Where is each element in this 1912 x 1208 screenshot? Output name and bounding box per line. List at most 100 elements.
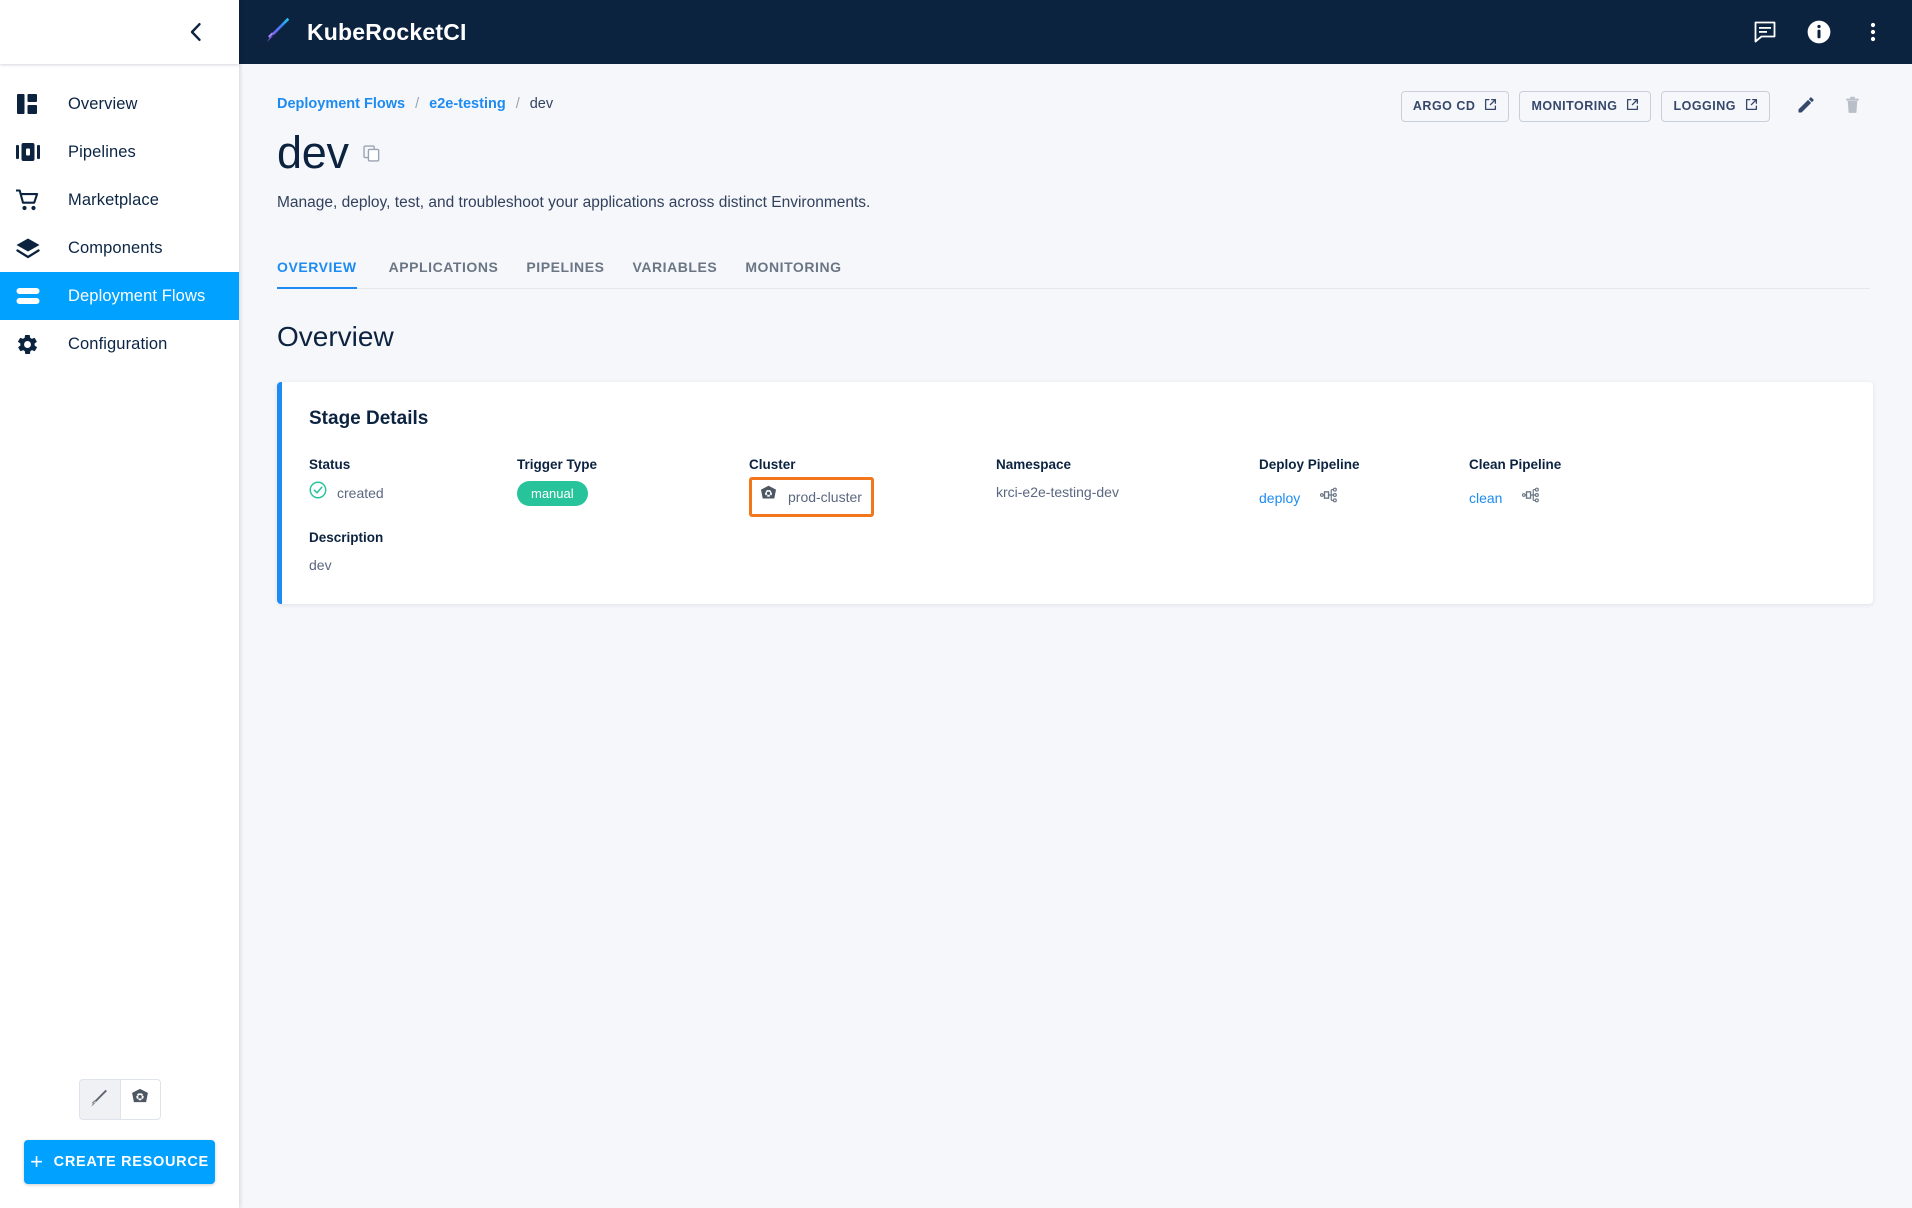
- view-mode-toggle: [24, 1079, 215, 1120]
- pipeline-tree-icon[interactable]: [1522, 486, 1540, 509]
- create-resource-label: CREATE RESOURCE: [53, 1154, 209, 1170]
- krci-view-button[interactable]: [78, 1079, 120, 1120]
- chat-icon[interactable]: [1748, 15, 1782, 49]
- deploy-pipeline-link[interactable]: deploy: [1259, 490, 1300, 506]
- tab-overview[interactable]: OVERVIEW: [277, 259, 375, 289]
- sidebar-header: [0, 0, 239, 64]
- section-title: Overview: [277, 321, 394, 352]
- status-label: Status: [309, 457, 351, 472]
- trigger-type-label: Trigger Type: [517, 457, 598, 472]
- status-text: created: [337, 484, 384, 501]
- brand-title: KubeRocketCI: [307, 18, 467, 45]
- kubernetes-view-button[interactable]: [119, 1079, 161, 1120]
- field-trigger-type: Trigger Type manual: [517, 457, 597, 506]
- trash-icon: [1843, 95, 1862, 118]
- logging-button[interactable]: LOGGING: [1661, 90, 1770, 122]
- main-content: ARGO CD MONITORING LOGGING Deployment Fl…: [239, 64, 1912, 1208]
- sidebar: Overview Pipelines Marketplace Component…: [0, 0, 239, 1208]
- pipeline-tree-icon[interactable]: [1320, 486, 1338, 509]
- edit-button[interactable]: [1788, 88, 1824, 124]
- namespace-value: krci-e2e-testing-dev: [996, 484, 1119, 500]
- monitoring-button[interactable]: MONITORING: [1519, 90, 1652, 122]
- stage-details-title: Stage Details: [309, 408, 429, 429]
- breadcrumb-separator: /: [415, 96, 420, 112]
- dashboard-icon: [16, 92, 46, 116]
- check-circle-icon: [309, 481, 327, 504]
- create-resource-button[interactable]: + CREATE RESOURCE: [24, 1140, 215, 1184]
- page-actions: ARGO CD MONITORING LOGGING: [1400, 88, 1870, 124]
- kebab-menu-icon[interactable]: [1856, 15, 1890, 49]
- delete-button[interactable]: [1834, 88, 1870, 124]
- rocket-pen-icon: [265, 16, 293, 49]
- stage-details-card: Stage Details Status created Trigger Typ…: [277, 382, 1873, 604]
- cart-icon: [16, 188, 46, 212]
- chevron-left-icon[interactable]: [177, 14, 213, 50]
- sidebar-item-marketplace[interactable]: Marketplace: [0, 176, 239, 224]
- copy-icon[interactable]: [362, 145, 380, 167]
- field-description: Description dev: [309, 530, 383, 573]
- field-namespace: Namespace krci-e2e-testing-dev: [996, 457, 1119, 500]
- tab-bar: OVERVIEW APPLICATIONS PIPELINES VARIABLE…: [277, 243, 1870, 289]
- breadcrumb-item-deployment-flows[interactable]: Deployment Flows: [277, 96, 405, 112]
- deploy-pipeline-label: Deploy Pipeline: [1259, 457, 1360, 472]
- description-value: dev: [309, 557, 332, 573]
- breadcrumb-separator: /: [515, 96, 520, 112]
- flows-icon: [16, 284, 46, 308]
- top-bar-actions: [1748, 15, 1890, 49]
- deploy-pipeline-value: deploy: [1259, 486, 1360, 509]
- field-clean-pipeline: Clean Pipeline clean: [1469, 457, 1561, 509]
- tab-monitoring[interactable]: MONITORING: [731, 259, 855, 288]
- stage-details-grid: Status created Trigger Type manual Clust…: [309, 457, 1873, 577]
- rocket-pen-icon: [89, 1088, 110, 1112]
- pencil-icon: [1796, 95, 1816, 118]
- sidebar-item-components[interactable]: Components: [0, 224, 239, 272]
- argo-cd-button[interactable]: ARGO CD: [1400, 90, 1510, 122]
- cluster-label: Cluster: [749, 457, 796, 472]
- sidebar-item-overview[interactable]: Overview: [0, 80, 239, 128]
- external-link-icon: [1484, 98, 1497, 114]
- field-status: Status created: [309, 457, 384, 504]
- clean-pipeline-value: clean: [1469, 486, 1561, 509]
- page-subtitle: Manage, deploy, test, and troubleshoot y…: [277, 194, 871, 211]
- plus-icon: +: [30, 1149, 44, 1174]
- trigger-type-badge: manual: [517, 481, 588, 506]
- breadcrumb-item-e2e-testing[interactable]: e2e-testing: [429, 96, 506, 112]
- sidebar-footer: + CREATE RESOURCE: [0, 1079, 239, 1208]
- argo-cd-label: ARGO CD: [1412, 99, 1476, 113]
- tab-variables[interactable]: VARIABLES: [619, 259, 732, 288]
- sidebar-item-label: Components: [68, 238, 163, 257]
- content-wrapper: ARGO CD MONITORING LOGGING Deployment Fl…: [239, 64, 1912, 604]
- sidebar-item-label: Overview: [68, 94, 138, 113]
- layers-icon: [16, 236, 46, 260]
- sidebar-item-label: Pipelines: [68, 142, 136, 161]
- description-label: Description: [309, 530, 384, 545]
- page-title: dev: [277, 127, 349, 178]
- sidebar-item-pipelines[interactable]: Pipelines: [0, 128, 239, 176]
- gear-icon: [16, 332, 46, 356]
- status-value: created: [309, 481, 384, 504]
- sidebar-nav: Overview Pipelines Marketplace Component…: [0, 64, 239, 368]
- kubernetes-icon: [130, 1088, 150, 1111]
- external-link-icon: [1745, 98, 1758, 114]
- field-cluster: Cluster prod-cluster: [749, 457, 874, 517]
- sidebar-item-deployment-flows[interactable]: Deployment Flows: [0, 272, 239, 320]
- field-deploy-pipeline: Deploy Pipeline deploy: [1259, 457, 1360, 509]
- clean-pipeline-label: Clean Pipeline: [1469, 457, 1562, 472]
- app-root: Overview Pipelines Marketplace Component…: [0, 0, 1912, 1208]
- tab-applications[interactable]: APPLICATIONS: [375, 259, 513, 288]
- top-bar: KubeRocketCI: [239, 0, 1912, 64]
- sidebar-item-configuration[interactable]: Configuration: [0, 320, 239, 368]
- tab-pipelines[interactable]: PIPELINES: [512, 259, 618, 288]
- kubernetes-icon: [759, 485, 778, 509]
- clean-pipeline-link[interactable]: clean: [1469, 490, 1502, 506]
- pipelines-icon: [16, 140, 46, 164]
- sidebar-item-label: Deployment Flows: [68, 286, 206, 305]
- sidebar-item-label: Configuration: [68, 334, 168, 353]
- page-title-row: dev: [277, 130, 1870, 175]
- cluster-name: prod-cluster: [788, 489, 862, 505]
- external-link-icon: [1626, 98, 1639, 114]
- brand[interactable]: KubeRocketCI: [265, 16, 467, 49]
- info-icon[interactable]: [1802, 15, 1836, 49]
- cluster-value-highlight[interactable]: prod-cluster: [749, 477, 874, 517]
- sidebar-item-label: Marketplace: [68, 190, 159, 209]
